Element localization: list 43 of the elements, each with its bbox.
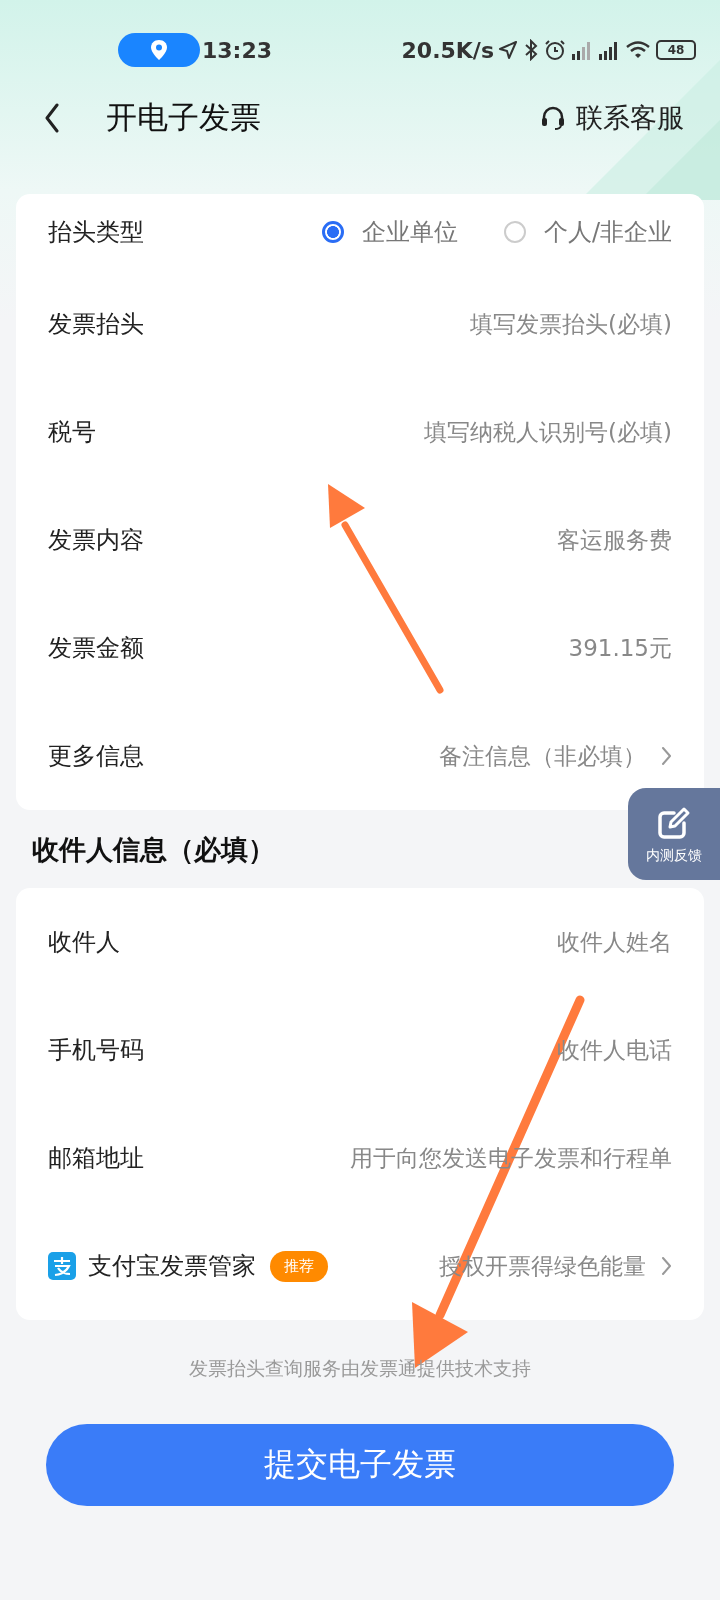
chevron-icon bbox=[660, 1256, 672, 1276]
radio-option[interactable]: 个人/非企业 bbox=[503, 216, 672, 248]
customer-service-button[interactable]: 联系客服 bbox=[540, 100, 684, 136]
headset-icon bbox=[540, 105, 566, 131]
row-label: 收件人 bbox=[48, 927, 120, 958]
row-label: 税号 bbox=[48, 417, 96, 448]
row-label: 支付宝发票管家 bbox=[88, 1251, 256, 1282]
wifi-icon bbox=[625, 40, 651, 60]
row-link[interactable]: 备注信息（非必填） bbox=[439, 740, 672, 772]
radio-option[interactable]: 企业单位 bbox=[321, 216, 458, 248]
page-title: 开电子发票 bbox=[106, 98, 261, 137]
network-speed: 20.5K/s bbox=[401, 37, 494, 63]
row-value: 客运服务费 bbox=[557, 525, 672, 555]
row-label: 邮箱地址 bbox=[48, 1143, 144, 1174]
submit-button[interactable]: 提交电子发票 bbox=[46, 1424, 674, 1506]
back-icon bbox=[44, 103, 60, 133]
row-label: 发票抬头 bbox=[48, 309, 144, 340]
back-button[interactable] bbox=[44, 103, 60, 133]
input-field[interactable]: 填写纳税人识别号(必填) bbox=[272, 419, 672, 445]
bluetooth-icon bbox=[523, 39, 539, 61]
radio-button[interactable] bbox=[503, 221, 526, 243]
signal-icon bbox=[598, 40, 620, 60]
row-label: 更多信息 bbox=[48, 741, 144, 772]
section-title: 收件人信息（必填） bbox=[32, 833, 275, 867]
location-icon bbox=[150, 39, 168, 61]
row-label: 抬头类型 bbox=[48, 217, 144, 248]
row-label: 手机号码 bbox=[48, 1035, 144, 1066]
row-label: 发票内容 bbox=[48, 525, 144, 556]
footer-note: 发票抬头查询服务由发票通提供技术支持 bbox=[188, 1356, 532, 1381]
navigation-icon bbox=[498, 40, 518, 60]
row-value: 391.15元 bbox=[568, 633, 672, 663]
row-label: 发票金额 bbox=[48, 633, 144, 664]
input-field[interactable]: 填写发票抬头(必填) bbox=[272, 311, 672, 337]
chevron-icon bbox=[660, 746, 672, 766]
input-field[interactable]: 收件人姓名 bbox=[272, 929, 672, 955]
alarm-icon bbox=[544, 39, 566, 61]
signal-icon bbox=[571, 40, 593, 60]
radio-button[interactable] bbox=[321, 221, 344, 243]
status-time: 13:23 bbox=[202, 37, 273, 63]
battery-level: 48 bbox=[667, 43, 685, 57]
payment-app-icon bbox=[48, 1252, 76, 1280]
recommend-badge: 推荐 bbox=[270, 1250, 328, 1282]
feedback-button[interactable]: 内测反馈 bbox=[628, 788, 720, 880]
